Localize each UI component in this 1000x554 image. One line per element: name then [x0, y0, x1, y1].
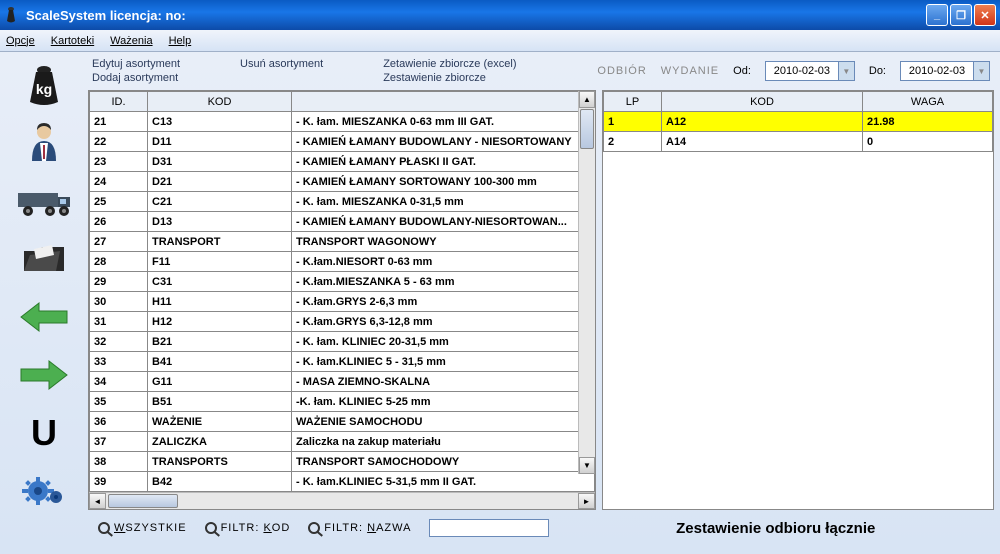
chevron-down-icon[interactable]: ▼ [838, 62, 854, 80]
table-row[interactable]: 21C13- K. łam. MIESZANKA 0-63 mm III GAT… [90, 112, 595, 132]
col-waga[interactable]: WAGA [863, 92, 993, 112]
truck-icon[interactable] [16, 178, 72, 224]
table-row[interactable]: 36WAŻENIEWAŻENIE SAMOCHODU [90, 412, 595, 432]
scroll-up-icon[interactable]: ▲ [579, 91, 595, 108]
maximize-button[interactable]: ❐ [950, 4, 972, 26]
filter-kod-button[interactable]: FILTR: KOD [205, 522, 291, 534]
folder-icon[interactable] [16, 236, 72, 282]
menu-help[interactable]: Help [169, 35, 192, 47]
summary-link[interactable]: Zestawienie zbiorcze [383, 72, 516, 84]
menubar: Opcje Kartoteki Ważenia Help [0, 30, 1000, 52]
do-label: Do: [869, 65, 886, 77]
bottom-bar: WSZYSTKIE FILTR: KOD FILTR: NAZWA Zestaw… [88, 510, 994, 546]
summary-table-panel: LP KOD WAGA 1A1221.982A140 [602, 90, 994, 510]
table-row[interactable]: 33B41- K. łam.KLINIEC 5 - 31,5 mm [90, 352, 595, 372]
table-row[interactable]: 34G11- MASA ZIEMNO-SKALNA [90, 372, 595, 392]
col-desc[interactable] [292, 92, 595, 112]
table-row[interactable]: 32B21- K. łam. KLINIEC 20-31,5 mm [90, 332, 595, 352]
scroll-thumb[interactable] [580, 109, 594, 149]
window-title: ScaleSystem licencja: no: [26, 8, 926, 23]
table-row[interactable]: 37ZALICZKAZaliczka na zakup materiału [90, 432, 595, 452]
main-panel: Edytuj asortyment Dodaj asortyment Usuń … [88, 52, 1000, 554]
scroll-down-icon[interactable]: ▼ [579, 457, 595, 474]
filter-input[interactable] [429, 519, 549, 537]
export-excel-link[interactable]: Zetawienie zbiorcze (excel) [383, 58, 516, 70]
table-row[interactable]: 31H12- K.łam.GRYS 6,3-12,8 mm [90, 312, 595, 332]
table-row[interactable]: 28F11- K.łam.NIESORT 0-63 mm [90, 252, 595, 272]
menu-opcje[interactable]: Opcje [6, 35, 35, 47]
table-row[interactable]: 30H11- K.łam.GRYS 2-6,3 mm [90, 292, 595, 312]
add-assortment-link[interactable]: Dodaj asortyment [92, 72, 180, 84]
summary-table[interactable]: LP KOD WAGA 1A1221.982A140 [603, 91, 993, 152]
minimize-button[interactable]: _ [926, 4, 948, 26]
vertical-scrollbar[interactable]: ▲ ▼ [578, 91, 595, 474]
menu-wazenia[interactable]: Ważenia [110, 35, 152, 47]
table-row[interactable]: 29C31- K.łam.MIESZANKA 5 - 63 mm [90, 272, 595, 292]
client-area: kg U Edytuj asortyment Dodaj asortyment … [0, 52, 1000, 554]
table-row[interactable]: 23D31- KAMIEŃ ŁAMANY PŁASKI II GAT. [90, 152, 595, 172]
table-row[interactable]: 24D21- KAMIEŃ ŁAMANY SORTOWANY 100-300 m… [90, 172, 595, 192]
table-row[interactable]: 26D13- KAMIEŃ ŁAMANY BUDOWLANY-NIESORTOW… [90, 212, 595, 232]
summary-title: Zestawienie odbioru łącznie [567, 520, 984, 537]
col-kod[interactable]: KOD [148, 92, 292, 112]
date-to-picker[interactable]: ▼ [900, 61, 990, 81]
table-row[interactable]: 39B42- K. łam.KLINIEC 5-31,5 mm II GAT. [90, 472, 595, 492]
chevron-down-icon[interactable]: ▼ [973, 62, 989, 80]
date-from-picker[interactable]: ▼ [765, 61, 855, 81]
sidebar: kg U [0, 52, 88, 554]
window-controls: _ ❐ ✕ [926, 4, 996, 26]
assortment-table-panel: ID. KOD 21C13- K. łam. MIESZANKA 0-63 mm… [88, 90, 596, 510]
arrow-left-icon[interactable] [16, 294, 72, 340]
scroll-right-icon[interactable]: ► [578, 493, 595, 509]
search-icon [98, 522, 110, 534]
person-icon[interactable] [16, 120, 72, 166]
odbior-label[interactable]: ODBIÓR [597, 65, 646, 77]
od-label: Od: [733, 65, 751, 77]
horizontal-scrollbar[interactable]: ◄ ► [89, 492, 595, 509]
table-row[interactable]: 27TRANSPORTTRANSPORT WAGONOWY [90, 232, 595, 252]
app-icon [4, 5, 20, 25]
filter-nazwa-button[interactable]: FILTR: NAZWA [308, 522, 411, 534]
svg-text:kg: kg [36, 81, 52, 97]
col-kod2[interactable]: KOD [662, 92, 863, 112]
table-row[interactable]: 2A140 [604, 132, 993, 152]
weight-icon[interactable]: kg [16, 62, 72, 108]
table-row[interactable]: 25C21- K. łam. MIESZANKA 0-31,5 mm [90, 192, 595, 212]
table-row[interactable]: 1A1221.98 [604, 112, 993, 132]
close-button[interactable]: ✕ [974, 4, 996, 26]
gear-icon[interactable] [16, 468, 72, 514]
date-to-input[interactable] [901, 65, 973, 77]
table-row[interactable]: 35B51-K. łam. KLINIEC 5-25 mm [90, 392, 595, 412]
edit-assortment-link[interactable]: Edytuj asortyment [92, 58, 180, 70]
table-row[interactable]: 22D11- KAMIEŃ ŁAMANY BUDOWLANY - NIESORT… [90, 132, 595, 152]
u-icon[interactable]: U [16, 410, 72, 456]
date-from-input[interactable] [766, 65, 838, 77]
filter-all-button[interactable]: WSZYSTKIE [98, 522, 187, 534]
action-row: Edytuj asortyment Dodaj asortyment Usuń … [88, 56, 994, 90]
delete-assortment-link[interactable]: Usuń asortyment [240, 58, 323, 70]
titlebar: ScaleSystem licencja: no: _ ❐ ✕ [0, 0, 1000, 30]
search-icon [308, 522, 320, 534]
wydanie-label[interactable]: WYDANIE [661, 65, 719, 77]
assortment-table[interactable]: ID. KOD 21C13- K. łam. MIESZANKA 0-63 mm… [89, 91, 595, 492]
arrow-right-icon[interactable] [16, 352, 72, 398]
search-icon [205, 522, 217, 534]
table-row[interactable]: 38TRANSPORTSTRANSPORT SAMOCHODOWY [90, 452, 595, 472]
svg-text:U: U [31, 413, 57, 453]
col-lp[interactable]: LP [604, 92, 662, 112]
scroll-left-icon[interactable]: ◄ [89, 493, 106, 509]
menu-kartoteki[interactable]: Kartoteki [51, 35, 94, 47]
scroll-thumb-h[interactable] [108, 494, 178, 508]
col-id[interactable]: ID. [90, 92, 148, 112]
